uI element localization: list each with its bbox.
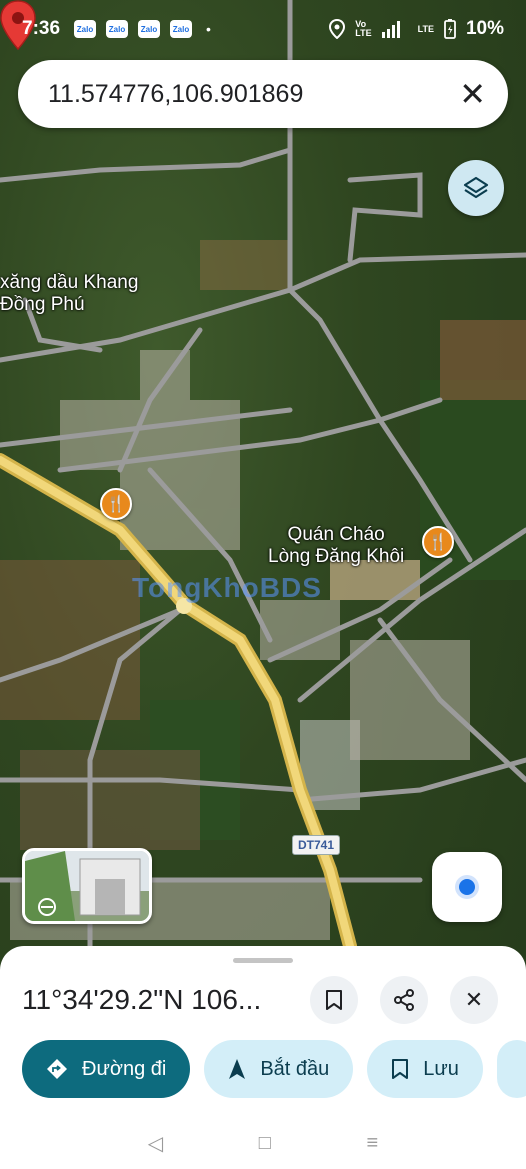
- volte-icon: Vo LTE: [355, 19, 372, 38]
- battery-icon: [444, 19, 456, 39]
- road-shield: DT741: [292, 835, 341, 855]
- battery-percent: 10%: [465, 18, 504, 39]
- network-type: LTE: [417, 24, 434, 34]
- close-icon[interactable]: ✕: [459, 78, 486, 110]
- my-location-button[interactable]: [432, 852, 502, 922]
- share-button[interactable]: [380, 976, 428, 1024]
- status-dot: •: [206, 21, 211, 37]
- my-location-icon: [459, 879, 475, 895]
- location-icon: [329, 19, 346, 39]
- close-button[interactable]: ✕: [450, 976, 498, 1024]
- signal-icon: [381, 21, 400, 38]
- place-bottom-sheet[interactable]: 11°34'29.2"N 106... ✕ Đường đi Bắt đầu L…: [0, 946, 526, 1169]
- zalo-notification-icon: Zalo: [74, 20, 97, 38]
- directions-label: Đường đi: [82, 1057, 167, 1080]
- restaurant-icon[interactable]: 🍴: [100, 488, 132, 520]
- street-view-thumbnail[interactable]: [22, 848, 152, 924]
- restaurant-label[interactable]: Quán Cháo Lòng Đăng Khôi: [268, 524, 404, 568]
- system-nav-bar: ◁ □ ≡: [0, 1118, 526, 1169]
- restaurant-icon[interactable]: 🍴: [422, 526, 454, 558]
- status-time: 7:36: [22, 18, 61, 39]
- drag-handle[interactable]: [233, 958, 293, 963]
- home-icon[interactable]: □: [259, 1132, 271, 1155]
- layers-button[interactable]: [448, 160, 504, 216]
- layers-icon: [463, 176, 489, 199]
- start-label: Bắt đầu: [260, 1057, 330, 1080]
- more-actions-chip[interactable]: [496, 1040, 526, 1098]
- search-input[interactable]: 11.574776,106.901869: [48, 80, 459, 109]
- action-chips: Đường đi Bắt đầu Lưu: [22, 1040, 526, 1098]
- zalo-notification-icon: Zalo: [170, 20, 193, 38]
- bookmark-button[interactable]: [310, 976, 358, 1024]
- close-icon: ✕: [464, 987, 484, 1012]
- bookmark-icon: [392, 1059, 409, 1079]
- back-icon[interactable]: ◁: [148, 1131, 163, 1156]
- start-button[interactable]: Bắt đầu: [204, 1040, 354, 1098]
- watermark: TongKhoBDS: [132, 572, 322, 603]
- directions-icon: [47, 1059, 67, 1079]
- directions-button[interactable]: Đường đi: [22, 1040, 191, 1098]
- status-bar: 7:36 Zalo Zalo Zalo Zalo • Vo LTE LTE 10%: [0, 0, 526, 58]
- recents-icon[interactable]: ≡: [367, 1132, 379, 1155]
- save-button[interactable]: Lưu: [367, 1040, 483, 1098]
- navigation-arrow-icon: [229, 1059, 246, 1079]
- save-label: Lưu: [423, 1057, 459, 1080]
- share-icon: [394, 989, 414, 1011]
- place-title: 11°34'29.2"N 106...: [22, 984, 262, 1015]
- street-view-image: [25, 851, 149, 921]
- zalo-notification-icon: Zalo: [138, 20, 161, 38]
- zalo-notification-icon: Zalo: [106, 20, 129, 38]
- gas-station-label: xăng dầu Khang Đồng Phú: [0, 272, 139, 315]
- search-bar[interactable]: 11.574776,106.901869 ✕: [18, 60, 508, 128]
- bookmark-icon: [326, 990, 342, 1010]
